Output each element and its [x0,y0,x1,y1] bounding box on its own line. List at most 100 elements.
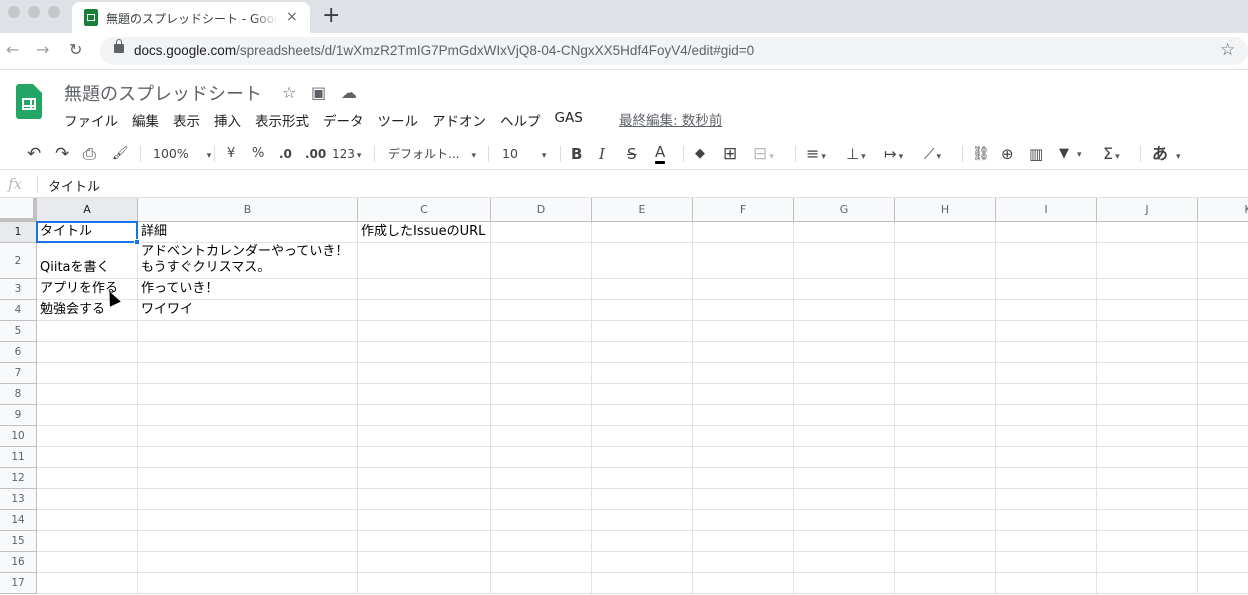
fill-color-button[interactable]: ◆ [695,144,705,164]
fill-handle[interactable] [134,239,140,245]
cell-f3[interactable] [693,279,794,300]
column-header-i[interactable]: I [996,198,1097,222]
menu-file[interactable]: ファイル [64,110,118,130]
cell-a17[interactable] [37,573,138,594]
cell-j6[interactable] [1097,342,1198,363]
cell-a15[interactable] [37,531,138,552]
row-header-9[interactable]: 9 [0,405,37,426]
cell-k5[interactable] [1198,321,1248,342]
cell-c14[interactable] [358,510,491,531]
more-formats-button[interactable]: 123 ▾ [332,144,361,166]
cell-a9[interactable] [37,405,138,426]
cell-c3[interactable] [358,279,491,300]
cell-f10[interactable] [693,426,794,447]
cloud-status-icon[interactable]: ☁ [341,83,357,102]
cell-g8[interactable] [794,384,895,405]
cell-a13[interactable] [37,489,138,510]
cell-h8[interactable] [895,384,996,405]
forward-button[interactable]: → [36,40,49,59]
cell-f6[interactable] [693,342,794,363]
cell-e14[interactable] [592,510,693,531]
cell-b8[interactable] [138,384,358,405]
zoom-select[interactable]: 100% ▾ [153,144,211,166]
text-wrap-button[interactable]: ↦ ▾ [884,144,903,167]
cell-a8[interactable] [37,384,138,405]
cell-b16[interactable] [138,552,358,573]
text-color-button[interactable]: A [655,144,666,164]
cell-g7[interactable] [794,363,895,384]
cell-g5[interactable] [794,321,895,342]
cell-i17[interactable] [996,573,1097,594]
cell-h6[interactable] [895,342,996,363]
cell-f5[interactable] [693,321,794,342]
cell-c7[interactable] [358,363,491,384]
cell-j7[interactable] [1097,363,1198,384]
insert-link-button[interactable]: ⛓ [972,144,990,164]
back-button[interactable]: ← [6,40,19,59]
row-header-3[interactable]: 3 [0,279,37,300]
cell-i1[interactable] [996,222,1097,243]
cell-c8[interactable] [358,384,491,405]
cell-f4[interactable] [693,300,794,321]
cell-a16[interactable] [37,552,138,573]
cell-k13[interactable] [1198,489,1248,510]
cell-i5[interactable] [996,321,1097,342]
row-header-16[interactable]: 16 [0,552,37,573]
cell-a6[interactable] [37,342,138,363]
cell-g4[interactable] [794,300,895,321]
cell-a5[interactable] [37,321,138,342]
bookmark-star-icon[interactable]: ☆ [1220,40,1235,60]
row-header-4[interactable]: 4 [0,300,37,321]
cell-f2[interactable] [693,243,794,279]
cell-h5[interactable] [895,321,996,342]
row-header-8[interactable]: 8 [0,384,37,405]
column-header-d[interactable]: D [491,198,592,222]
cell-f16[interactable] [693,552,794,573]
cell-f11[interactable] [693,447,794,468]
cell-g16[interactable] [794,552,895,573]
cell-b13[interactable] [138,489,358,510]
cell-h9[interactable] [895,405,996,426]
menu-addons[interactable]: アドオン [432,110,486,130]
new-tab-button[interactable]: + [322,3,340,28]
cell-f17[interactable] [693,573,794,594]
cell-g11[interactable] [794,447,895,468]
merge-cells-button[interactable]: ⊟ ▾ [753,144,774,167]
cell-b2[interactable]: アドベントカレンダーやっていき！ もうすぐクリスマス。 [138,243,358,279]
window-zoom-button[interactable] [48,6,60,18]
cell-h16[interactable] [895,552,996,573]
address-bar[interactable]: docs.google.com/spreadsheets/d/1wXmzR2Tm… [100,37,1248,65]
cell-f1[interactable] [693,222,794,243]
cell-c4[interactable] [358,300,491,321]
cell-g15[interactable] [794,531,895,552]
cell-b12[interactable] [138,468,358,489]
cell-e8[interactable] [592,384,693,405]
cell-i4[interactable] [996,300,1097,321]
paint-format-button[interactable]: 🖌 [112,144,129,164]
cell-k3[interactable] [1198,279,1248,300]
cell-j17[interactable] [1097,573,1198,594]
row-header-15[interactable]: 15 [0,531,37,552]
cell-c6[interactable] [358,342,491,363]
cell-b14[interactable] [138,510,358,531]
cell-g14[interactable] [794,510,895,531]
cell-k4[interactable] [1198,300,1248,321]
cell-k7[interactable] [1198,363,1248,384]
menu-data[interactable]: データ [323,110,364,130]
move-folder-icon[interactable]: ▣ [311,83,326,102]
cell-d8[interactable] [491,384,592,405]
cell-g12[interactable] [794,468,895,489]
cell-h11[interactable] [895,447,996,468]
cell-c13[interactable] [358,489,491,510]
cell-e12[interactable] [592,468,693,489]
cell-k8[interactable] [1198,384,1248,405]
menu-tools[interactable]: ツール [378,110,419,130]
cell-b9[interactable] [138,405,358,426]
cell-h17[interactable] [895,573,996,594]
cell-d12[interactable] [491,468,592,489]
column-header-f[interactable]: F [693,198,794,222]
cell-j4[interactable] [1097,300,1198,321]
cell-j10[interactable] [1097,426,1198,447]
column-header-k[interactable]: K [1198,198,1248,222]
cell-b1[interactable]: 詳細 [138,222,358,243]
